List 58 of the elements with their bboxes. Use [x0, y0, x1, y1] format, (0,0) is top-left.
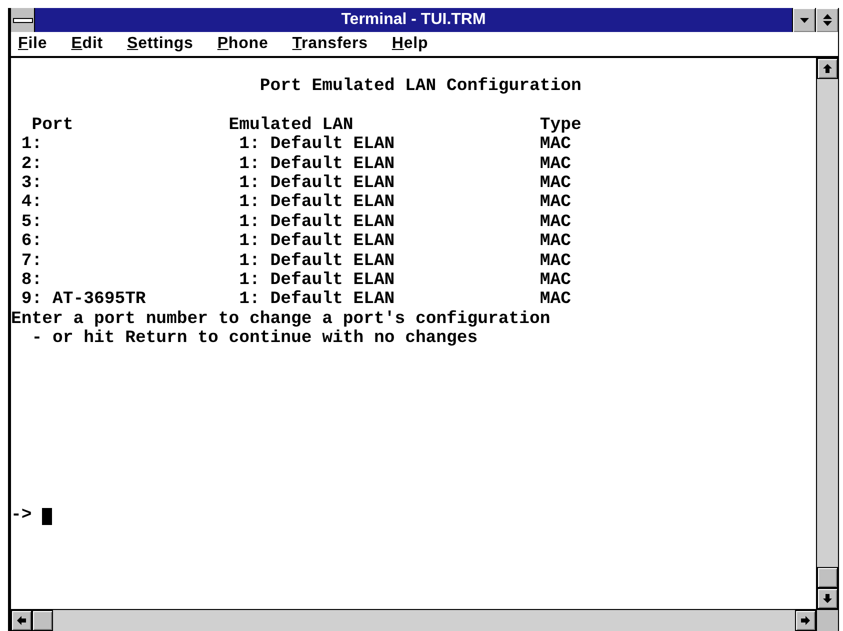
table-cell: 5:	[21, 212, 42, 232]
table-cell: 9: AT-3695TR	[21, 290, 146, 310]
table-cell-text: 1: Default ELAN	[239, 174, 395, 193]
table-cell: 1: Default ELAN	[239, 232, 395, 252]
table-cell: 1: Default ELAN	[239, 252, 395, 271]
scroll-down-button[interactable]	[817, 588, 838, 609]
menu-item[interactable]: Edit	[67, 35, 108, 53]
menu-item[interactable]: Phone	[213, 35, 272, 53]
system-menu-button[interactable]	[11, 8, 35, 32]
window-title: Terminal - TUI.TRM	[341, 11, 486, 29]
prompt-text: ->	[11, 506, 32, 526]
table-cell: MAC	[540, 154, 571, 174]
menu-item[interactable]: Help	[388, 35, 432, 53]
instruction-text: Enter a port number to change a port's configuration	[11, 310, 550, 330]
down-arrow-icon	[823, 594, 832, 603]
table-cell: 7:	[21, 252, 42, 271]
up-down-triangles-icon	[822, 14, 832, 26]
right-arrow-icon	[801, 616, 810, 625]
table-cell: 1:	[21, 135, 42, 155]
column-header: Emulated LAN	[228, 116, 354, 135]
table-cell-text: 1: Default ELAN	[239, 270, 395, 290]
table-cell: MAC	[540, 252, 571, 271]
screen-heading: Port Emulated LAN Configuration	[260, 77, 582, 96]
table-cell: MAC	[540, 270, 571, 290]
scroll-thumb[interactable]	[817, 567, 838, 588]
menu-item[interactable]: Settings	[123, 35, 198, 53]
cursor-block-icon	[42, 508, 52, 525]
down-triangle-icon	[800, 18, 808, 22]
table-cell: MAC	[540, 193, 571, 213]
table-cell: 8:	[21, 270, 42, 290]
table-cell: 2:	[21, 154, 42, 174]
scroll-thumb[interactable]	[32, 610, 53, 631]
left-arrow-icon	[17, 616, 26, 625]
dash-icon	[12, 18, 32, 22]
minimize-button[interactable]	[792, 8, 815, 32]
table-cell: 1: Default ELAN	[239, 193, 395, 213]
table-cell: 1: Default ELAN	[239, 135, 395, 155]
scroll-left-button[interactable]	[11, 610, 32, 631]
table-cell: MAC	[540, 290, 571, 310]
table-cell: 1: Default ELAN	[239, 154, 395, 174]
table-cell: 4:	[21, 193, 42, 213]
table-cell: 1: Default ELAN	[239, 290, 395, 310]
menu-item[interactable]: File	[14, 35, 52, 53]
table-cell: MAC	[540, 174, 571, 194]
column-header: Type	[540, 116, 582, 136]
restore-button[interactable]	[815, 8, 838, 32]
column-header: Port	[32, 116, 74, 136]
menu-item[interactable]: Transfers	[288, 35, 372, 53]
up-arrow-icon	[823, 64, 832, 73]
table-cell: 3:	[21, 174, 42, 194]
instruction-text: - or hit Return to continue with no changes	[32, 329, 478, 348]
table-cell: MAC	[540, 212, 571, 232]
table-cell: MAC	[540, 232, 571, 252]
table-cell: MAC	[540, 135, 571, 155]
scroll-right-button[interactable]	[795, 610, 816, 631]
scroll-up-button[interactable]	[817, 58, 838, 79]
table-cell: 6:	[21, 232, 42, 252]
table-cell-text: 1: Default ELAN	[239, 212, 395, 232]
